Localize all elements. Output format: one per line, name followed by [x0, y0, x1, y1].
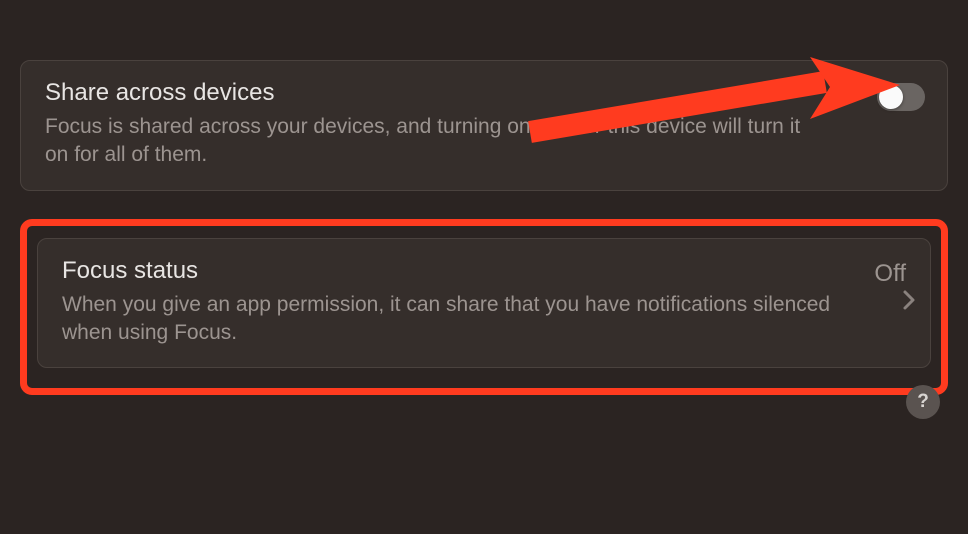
focus-status-card[interactable]: Focus status Off When you give an app pe… — [37, 238, 931, 369]
share-across-devices-title: Share across devices — [45, 79, 923, 107]
focus-status-value: Off — [874, 260, 906, 288]
highlight-annotation-box: Focus status Off When you give an app pe… — [20, 219, 948, 396]
focus-status-title: Focus status — [62, 257, 198, 285]
share-across-devices-toggle[interactable] — [877, 83, 925, 111]
share-across-devices-description: Focus is shared across your devices, and… — [45, 113, 815, 170]
help-icon: ? — [917, 391, 929, 413]
share-across-devices-card: Share across devices Focus is shared acr… — [20, 60, 948, 191]
toggle-knob-icon — [879, 85, 903, 109]
focus-status-description: When you give an app permission, it can … — [62, 291, 832, 348]
help-button[interactable]: ? — [906, 385, 940, 419]
chevron-right-icon — [902, 289, 916, 317]
